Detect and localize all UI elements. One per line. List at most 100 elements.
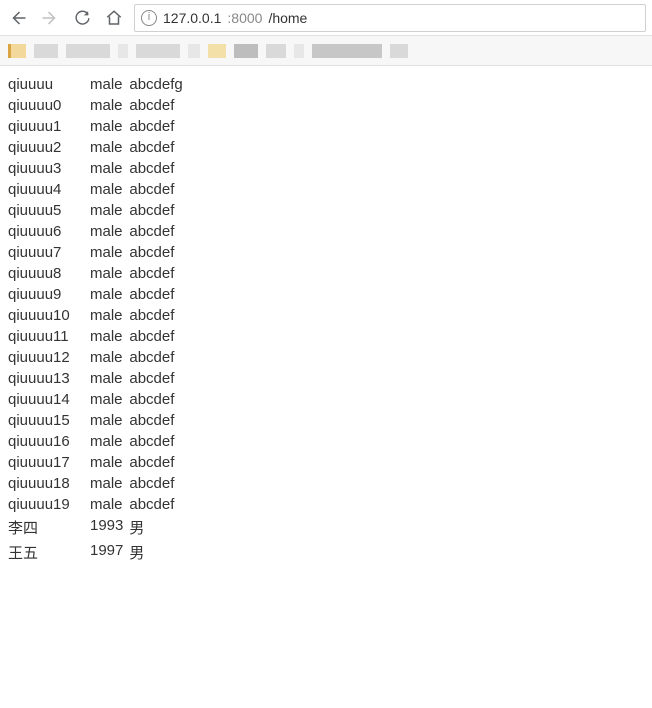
cell-col3: abcdef [129,200,188,221]
cell-col2: male [90,431,129,452]
cell-col3: abcdef [129,452,188,473]
cell-col2: male [90,74,129,95]
cell-name: qiuuuu13 [8,368,90,389]
cell-col2: male [90,200,129,221]
cell-col2: male [90,389,129,410]
cell-col3: abcdef [129,431,188,452]
table-row: 王五1997男 [8,540,189,565]
cell-name: qiuuuu6 [8,221,90,242]
cell-col2: male [90,305,129,326]
cell-name: qiuuuu16 [8,431,90,452]
bookmark-item[interactable] [66,44,110,58]
cell-col3: abcdef [129,179,188,200]
cell-col2: male [90,95,129,116]
table-row: qiuuuu10maleabcdef [8,305,189,326]
table-row: qiuuuu3maleabcdef [8,158,189,179]
cell-name: qiuuuu1 [8,116,90,137]
table-row: qiuuuu6maleabcdef [8,221,189,242]
table-row: qiuuuu12maleabcdef [8,347,189,368]
reload-button[interactable] [70,6,94,30]
cell-col2: male [90,137,129,158]
cell-name: qiuuuu4 [8,179,90,200]
table-row: qiuuuu8maleabcdef [8,263,189,284]
cell-col3: abcdef [129,242,188,263]
data-table: qiuuuumaleabcdefgqiuuuu0maleabcdefqiuuuu… [8,74,189,565]
cell-name: qiuuuu2 [8,137,90,158]
cell-col3: abcdef [129,410,188,431]
bookmark-item[interactable] [312,44,382,58]
table-row: qiuuuu19maleabcdef [8,494,189,515]
bookmark-item[interactable] [118,44,128,58]
cell-name: qiuuuu3 [8,158,90,179]
cell-col2: male [90,410,129,431]
cell-col2: male [90,158,129,179]
cell-col2: male [90,263,129,284]
url-port: :8000 [227,10,262,26]
table-row: qiuuuu13maleabcdef [8,368,189,389]
cell-col2: male [90,347,129,368]
cell-name: 王五 [8,540,90,565]
table-row: qiuuuumaleabcdefg [8,74,189,95]
table-row: qiuuuu2maleabcdef [8,137,189,158]
table-row: qiuuuu1maleabcdef [8,116,189,137]
address-bar[interactable]: i 127.0.0.1:8000/home [134,4,646,32]
cell-col2: male [90,452,129,473]
bookmark-item[interactable] [390,44,408,58]
cell-col3: abcdefg [129,74,188,95]
cell-col3: abcdef [129,95,188,116]
bookmarks-bar [0,36,652,66]
cell-name: 李四 [8,515,90,540]
bookmark-item[interactable] [294,44,304,58]
back-button[interactable] [6,6,30,30]
reload-icon [74,9,91,26]
cell-col2: male [90,473,129,494]
cell-name: qiuuuu14 [8,389,90,410]
cell-col3: abcdef [129,158,188,179]
cell-name: qiuuuu11 [8,326,90,347]
table-row: qiuuuu11maleabcdef [8,326,189,347]
table-row: qiuuuu5maleabcdef [8,200,189,221]
bookmark-item[interactable] [234,44,258,58]
cell-col3: abcdef [129,284,188,305]
cell-col2: male [90,284,129,305]
cell-col3: abcdef [129,389,188,410]
bookmark-item[interactable] [188,44,200,58]
table-row: qiuuuu9maleabcdef [8,284,189,305]
bookmark-item[interactable] [266,44,286,58]
cell-col3: 男 [129,540,188,565]
cell-name: qiuuuu12 [8,347,90,368]
url-path: /home [268,10,307,26]
cell-name: qiuuuu9 [8,284,90,305]
table-row: 李四1993男 [8,515,189,540]
bookmark-item[interactable] [34,44,58,58]
cell-col2: 1993 [90,515,129,540]
cell-col3: abcdef [129,326,188,347]
table-row: qiuuuu4maleabcdef [8,179,189,200]
bookmark-item[interactable] [8,44,26,58]
cell-name: qiuuuu0 [8,95,90,116]
table-row: qiuuuu14maleabcdef [8,389,189,410]
cell-name: qiuuuu8 [8,263,90,284]
cell-name: qiuuuu18 [8,473,90,494]
page-content: qiuuuumaleabcdefgqiuuuu0maleabcdefqiuuuu… [0,66,652,573]
cell-name: qiuuuu15 [8,410,90,431]
cell-col2: male [90,242,129,263]
cell-col3: abcdef [129,347,188,368]
cell-col3: abcdef [129,305,188,326]
home-button[interactable] [102,6,126,30]
home-icon [105,9,123,27]
browser-toolbar: i 127.0.0.1:8000/home [0,0,652,36]
table-row: qiuuuu17maleabcdef [8,452,189,473]
cell-col3: abcdef [129,473,188,494]
cell-name: qiuuuu7 [8,242,90,263]
cell-col2: male [90,326,129,347]
table-row: qiuuuu15maleabcdef [8,410,189,431]
forward-button[interactable] [38,6,62,30]
bookmark-item[interactable] [208,44,226,58]
arrow-left-icon [9,9,27,27]
table-row: qiuuuu7maleabcdef [8,242,189,263]
cell-col2: male [90,221,129,242]
bookmark-item[interactable] [136,44,180,58]
cell-col3: abcdef [129,137,188,158]
arrow-right-icon [41,9,59,27]
